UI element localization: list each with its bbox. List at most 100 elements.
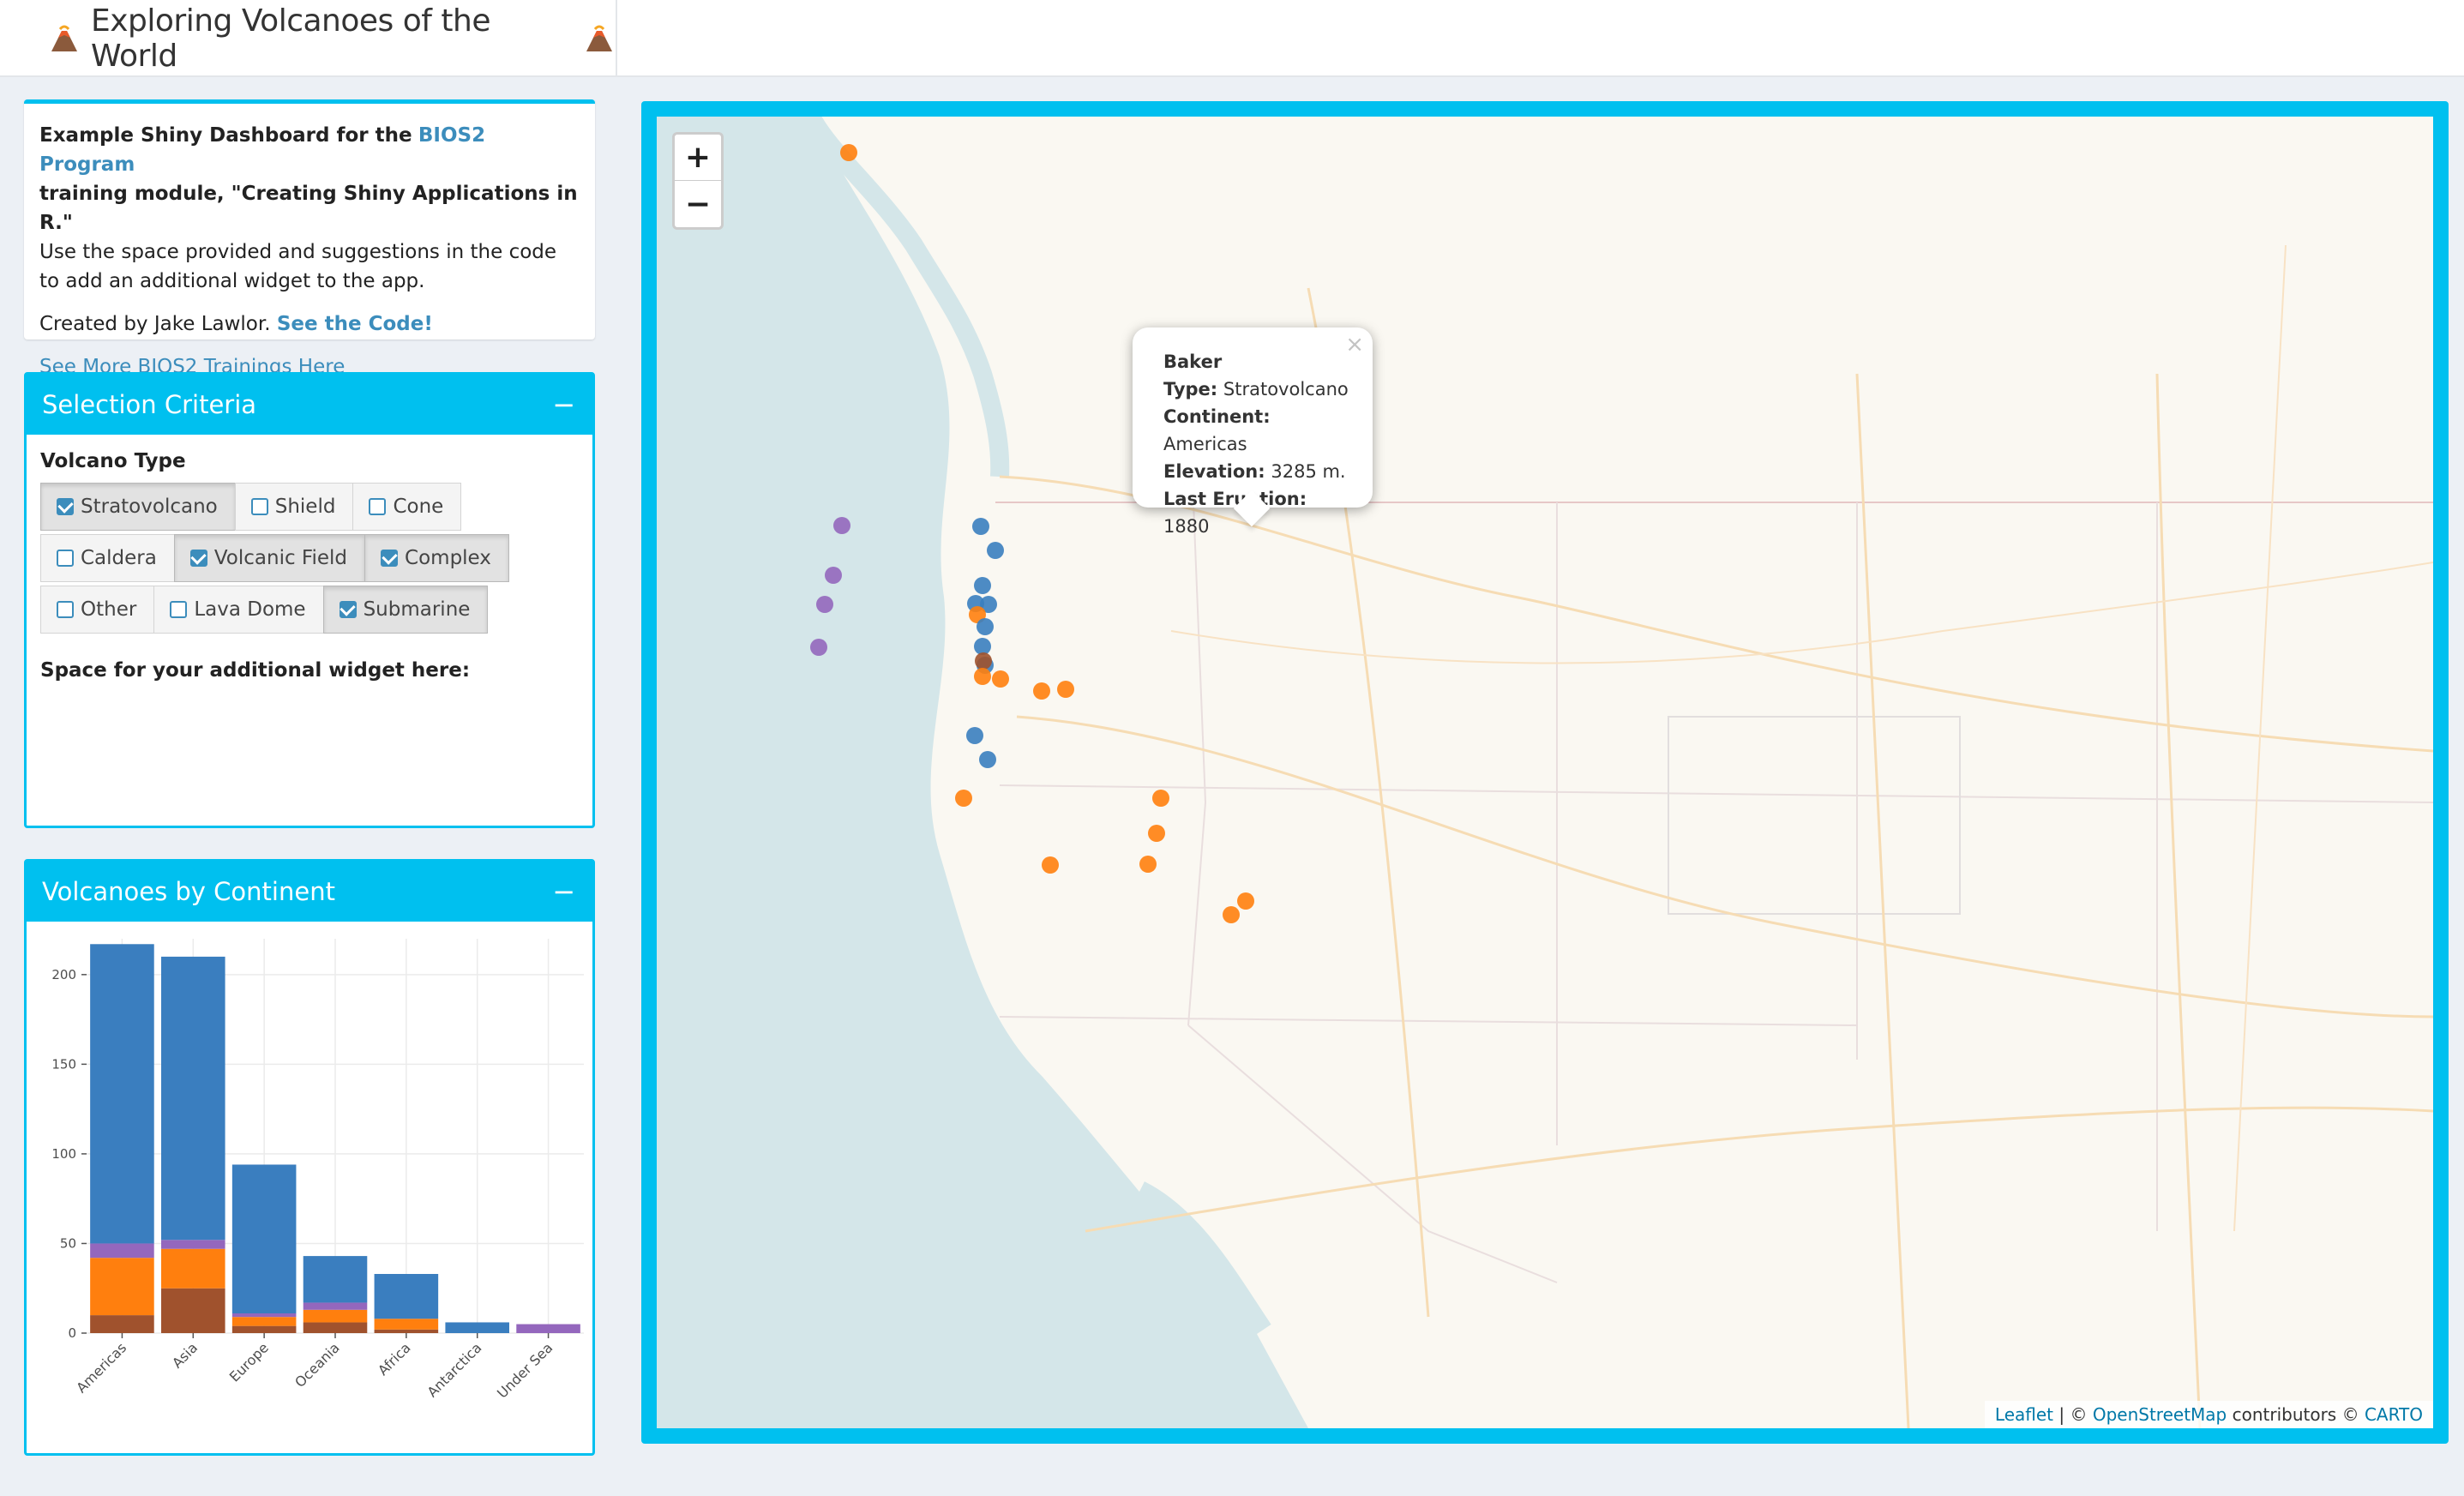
checkbox-icon [339, 601, 357, 618]
see-code-link[interactable]: See the Code! [277, 313, 433, 335]
bar-segment [90, 1258, 154, 1316]
collapse-button[interactable]: − [552, 391, 575, 418]
bar-segment [161, 1288, 225, 1333]
popup-type-label: Type: [1163, 379, 1218, 400]
volcano-marker[interactable] [977, 618, 994, 635]
osm-link[interactable]: OpenStreetMap [2093, 1404, 2227, 1425]
leaflet-link[interactable]: Leaflet [1995, 1404, 2053, 1425]
option-caldera[interactable]: Caldera [40, 534, 175, 582]
option-label: Submarine [363, 598, 471, 621]
bar-segment [374, 1329, 439, 1333]
zoom-in-button[interactable]: + [675, 135, 721, 181]
bar-segment [303, 1302, 368, 1310]
volcano-marker[interactable] [825, 567, 842, 584]
x-tick-label: Asia [169, 1339, 201, 1371]
option-label: Stratovolcano [81, 496, 218, 518]
option-volcanic-field[interactable]: Volcanic Field [173, 534, 366, 582]
volcano-marker[interactable] [974, 638, 991, 655]
checkbox-icon [250, 498, 268, 515]
popup-continent-value: Americas [1163, 434, 1247, 454]
collapse-button[interactable]: − [552, 878, 575, 905]
map-container: + − × Baker Type: Stratovolcano Continen… [641, 101, 2449, 1444]
volcano-marker[interactable] [1237, 892, 1254, 910]
volcano-marker[interactable] [975, 652, 992, 670]
y-tick-label: 200 [51, 967, 76, 982]
volcano-marker[interactable] [1057, 681, 1074, 698]
intro-text-bold-2: training module, "Creating Shiny Applica… [39, 183, 578, 234]
volcano-marker[interactable] [1033, 682, 1050, 700]
option-other[interactable]: Other [40, 586, 155, 634]
volcano-marker[interactable] [972, 518, 989, 535]
option-lava-dome[interactable]: Lava Dome [153, 586, 324, 634]
y-tick-label: 100 [51, 1146, 76, 1162]
volcano-marker[interactable] [974, 668, 991, 685]
popup-elevation-value: 3285 m. [1271, 461, 1346, 482]
volcano-marker[interactable] [1139, 856, 1157, 873]
app-title: Exploring Volcanoes of the World [91, 3, 490, 74]
zoom-out-button[interactable]: − [675, 181, 721, 227]
volcano-marker[interactable] [816, 596, 833, 613]
volcano-map[interactable]: + − × Baker Type: Stratovolcano Continen… [657, 117, 2433, 1428]
volcano-icon [48, 24, 81, 53]
volcano-marker[interactable] [966, 727, 983, 744]
bar-segment [90, 944, 154, 1244]
volcano-marker[interactable] [955, 790, 972, 807]
checkbox-icon [369, 498, 387, 515]
y-tick-label: 50 [60, 1235, 76, 1251]
intro-text-bold: Example Shiny Dashboard for the [39, 124, 412, 147]
volcano-marker[interactable] [1042, 856, 1059, 874]
option-stratovolcano[interactable]: Stratovolcano [40, 483, 236, 531]
map-attribution: Leaflet | © OpenStreetMap contributors ©… [1984, 1401, 2433, 1428]
volcano-marker[interactable] [840, 144, 857, 161]
option-complex[interactable]: Complex [364, 534, 509, 582]
bar-segment [90, 1243, 154, 1259]
bar-segment [374, 1319, 439, 1330]
option-label: Cone [393, 496, 444, 518]
option-label: Lava Dome [194, 598, 306, 621]
created-by-text: Created by Jake Lawlor. [39, 313, 271, 335]
volcano-type-label: Volcano Type [40, 450, 186, 472]
continent-chart-header: Volcanoes by Continent − [27, 862, 592, 922]
popup-eruption-value: 1880 [1163, 516, 1210, 537]
bar-segment [516, 1324, 580, 1333]
bar-segment [445, 1322, 509, 1333]
popup-continent-label: Continent: [1163, 406, 1271, 427]
credit-paragraph: Created by Jake Lawlor. See the Code! [39, 309, 580, 339]
map-tiles [657, 117, 2433, 1428]
bar-segment [303, 1256, 368, 1303]
popup-volcano-name: Baker [1163, 351, 1223, 372]
x-tick-label: Europe [226, 1339, 272, 1385]
popup-close-button[interactable]: × [1345, 331, 1364, 358]
bar-segment [90, 1315, 154, 1333]
intro-paragraph: Example Shiny Dashboard for the BIOS2 Pr… [39, 121, 580, 296]
bar-segment [231, 1317, 297, 1326]
carto-link[interactable]: CARTO [2365, 1404, 2423, 1425]
option-submarine[interactable]: Submarine [322, 586, 489, 634]
volcano-marker[interactable] [974, 577, 991, 594]
app-header: Exploring Volcanoes of the World [0, 0, 2464, 77]
volcano-icon [583, 24, 616, 53]
volcano-marker[interactable] [987, 542, 1004, 559]
app-brand: Exploring Volcanoes of the World [0, 0, 617, 77]
volcano-marker[interactable] [1223, 906, 1240, 923]
intro-text: Use the space provided and suggestions i… [39, 241, 557, 292]
bar-segment [231, 1164, 297, 1313]
option-label: Volcanic Field [213, 547, 348, 569]
continent-chart-box: Volcanoes by Continent − 0 50 100 150 200 Ame… [24, 859, 595, 1456]
bar-segment [231, 1325, 297, 1333]
volcano-marker[interactable] [833, 517, 850, 534]
x-tick-label: Under Sea [494, 1339, 556, 1401]
option-label: Caldera [81, 547, 157, 569]
option-label: Complex [405, 547, 491, 569]
x-tick-label: Africa [375, 1339, 414, 1379]
volcano-marker[interactable] [979, 751, 996, 768]
volcano-marker[interactable] [1152, 790, 1169, 807]
option-shield[interactable]: Shield [234, 483, 354, 531]
selection-criteria-box: Selection Criteria − Volcano Type Strato… [24, 372, 595, 828]
checkbox-icon [189, 550, 207, 567]
volcano-marker[interactable] [1148, 825, 1165, 842]
volcano-marker[interactable] [810, 639, 827, 656]
bar-segment [374, 1274, 439, 1319]
volcano-marker[interactable] [992, 670, 1009, 688]
option-cone[interactable]: Cone [352, 483, 462, 531]
